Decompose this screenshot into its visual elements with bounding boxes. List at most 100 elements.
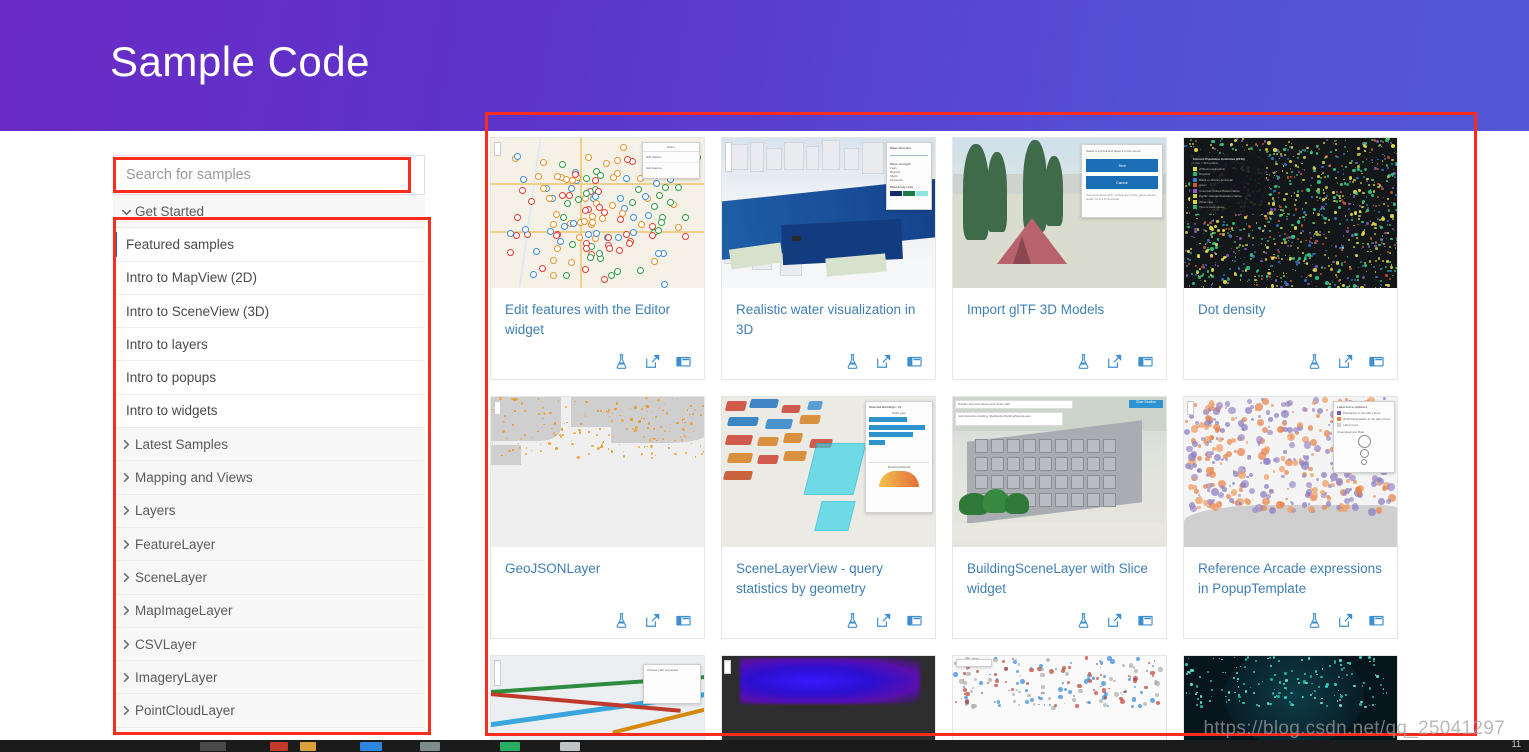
sidebar-item-label: Layers	[135, 503, 176, 518]
flask-icon[interactable]	[844, 612, 861, 629]
sample-card[interactable]: Current Population Estimates (2019)1 Dot…	[1183, 137, 1398, 380]
sidebar-item-featurelayer[interactable]: FeatureLayer	[113, 528, 425, 561]
flask-icon[interactable]	[1306, 353, 1323, 370]
sample-card[interactable]: Select a symbol and place it in the scen…	[952, 137, 1167, 380]
flask-icon[interactable]	[1075, 353, 1092, 370]
flask-icon[interactable]	[1075, 612, 1092, 629]
sidebar-item-intro-to-mapview-2d[interactable]: Intro to MapView (2D)	[113, 262, 425, 295]
card-thumbnail[interactable]	[953, 656, 1166, 752]
chevron-right-icon	[119, 604, 133, 618]
sidebar-item-scenelayer[interactable]: SceneLayer	[113, 561, 425, 594]
external-link-icon[interactable]	[875, 353, 892, 370]
sidebar-item-mapping-and-views[interactable]: Mapping and Views	[113, 461, 425, 494]
card-body: Import glTF 3D Models	[953, 288, 1166, 379]
card-title-link[interactable]: Reference Arcade expressions in PopupTem…	[1198, 559, 1383, 599]
sidebar-item-intro-to-popups[interactable]: Intro to popups	[113, 361, 425, 394]
card-body: Realistic water visualization in 3D	[722, 288, 935, 379]
flask-icon[interactable]	[1306, 612, 1323, 629]
sidebar-item-pointcloudlayer[interactable]: PointCloudLayer	[113, 694, 425, 727]
card-title-link[interactable]: BuildingSceneLayer with Slice widget	[967, 559, 1152, 599]
layout-icon[interactable]	[675, 353, 692, 370]
taskbar-icon-6[interactable]	[500, 742, 520, 751]
card-body: Dot density	[1184, 288, 1397, 379]
layout-icon[interactable]	[1368, 353, 1385, 370]
layout-icon[interactable]	[1368, 612, 1385, 629]
sidebar-item-latest-samples[interactable]: Latest Samples	[113, 428, 425, 461]
layout-icon[interactable]	[906, 353, 923, 370]
os-taskbar[interactable]: 11	[0, 740, 1529, 752]
layout-icon[interactable]	[1137, 612, 1154, 629]
sample-card[interactable]: GeoJSONLayer	[490, 396, 705, 639]
sample-card[interactable]: Wave directionWave strengthCalmRippledSl…	[721, 137, 936, 380]
external-link-icon[interactable]	[644, 353, 661, 370]
card-title-link[interactable]: Import glTF 3D Models	[967, 300, 1152, 320]
page-header: Sample Code	[0, 0, 1529, 131]
sidebar-item-csvlayer[interactable]: CSVLayer	[113, 628, 425, 661]
card-thumbnail[interactable]: Selected Buildings: 19Build yearBuilding…	[722, 397, 935, 547]
external-link-icon[interactable]	[644, 612, 661, 629]
external-link-icon[interactable]	[1106, 353, 1123, 370]
sidebar-item-label: SceneLayer	[135, 570, 207, 585]
chevron-right-icon	[119, 437, 133, 451]
layout-icon[interactable]	[1137, 353, 1154, 370]
card-thumbnail[interactable]	[722, 656, 935, 752]
external-link-icon[interactable]	[1337, 353, 1354, 370]
search-box[interactable]	[113, 155, 425, 195]
sample-card[interactable]: Choose path properties	[490, 655, 705, 752]
taskbar-icon-7[interactable]	[560, 742, 580, 751]
chevron-right-icon	[119, 570, 133, 584]
flask-icon[interactable]	[613, 612, 630, 629]
card-thumbnail[interactable]: Wave directionWave strengthCalmRippledSl…	[722, 138, 935, 288]
card-thumbnail[interactable]: Select a symbol and place it in the scen…	[953, 138, 1166, 288]
sample-card[interactable]: Display all levels above and under slabS…	[952, 396, 1167, 639]
card-action-icons	[844, 612, 923, 629]
sample-card[interactable]: Selected Buildings: 19Build yearBuilding…	[721, 396, 936, 639]
sidebar-item-get-started[interactable]: Get Started	[113, 195, 425, 228]
taskbar-icon-4[interactable]	[360, 742, 382, 751]
sidebar-item-featured-samples[interactable]: Featured samples	[113, 228, 425, 261]
card-thumbnail[interactable]: Current Population Estimates (2019)1 Dot…	[1184, 138, 1397, 288]
card-action-icons	[1306, 353, 1385, 370]
card-action-icons	[613, 612, 692, 629]
external-link-icon[interactable]	[875, 612, 892, 629]
card-title-link[interactable]: Realistic water visualization in 3D	[736, 300, 921, 340]
sample-card[interactable]	[952, 655, 1167, 752]
card-thumbnail[interactable]: Display all levels above and under slabS…	[953, 397, 1166, 547]
card-thumbnail[interactable]: Choose path properties	[491, 656, 704, 752]
layout-icon[interactable]	[906, 612, 923, 629]
sample-card[interactable]: Labor force statisticsPopulation in the …	[1183, 396, 1398, 639]
sample-card[interactable]	[721, 655, 936, 752]
taskbar-icon-1[interactable]	[200, 742, 226, 751]
taskbar-icon-3[interactable]	[300, 742, 316, 751]
taskbar-icon-5[interactable]	[420, 742, 440, 751]
sidebar-item-intro-to-sceneview-3d[interactable]: Intro to SceneView (3D)	[113, 295, 425, 328]
card-thumbnail[interactable]: Labor force statisticsPopulation in the …	[1184, 397, 1397, 547]
taskbar-icon-2[interactable]	[270, 742, 288, 751]
sidebar-item-mapimagelayer[interactable]: MapImageLayer	[113, 595, 425, 628]
card-title-link[interactable]: GeoJSONLayer	[505, 559, 690, 579]
card-thumbnail[interactable]: EditorEdit featureAdd feature	[491, 138, 704, 288]
sidebar-item-intro-to-layers[interactable]: Intro to layers	[113, 328, 425, 361]
card-action-icons	[844, 353, 923, 370]
chevron-right-icon	[119, 670, 133, 684]
external-link-icon[interactable]	[1106, 612, 1123, 629]
card-title-link[interactable]: Dot density	[1198, 300, 1383, 320]
sidebar-item-label: Featured samples	[126, 237, 234, 252]
layout-icon[interactable]	[675, 612, 692, 629]
sidebar-item-intro-to-widgets[interactable]: Intro to widgets	[113, 395, 425, 428]
card-title-link[interactable]: Edit features with the Editor widget	[505, 300, 690, 340]
taskbar-clock: 11	[1512, 739, 1521, 749]
active-indicator	[113, 232, 117, 257]
card-title-link[interactable]: SceneLayerView - query statistics by geo…	[736, 559, 921, 599]
sidebar-item-label: Get Started	[135, 204, 204, 219]
flask-icon[interactable]	[844, 353, 861, 370]
sample-card[interactable]: EditorEdit featureAdd feature Edit featur…	[490, 137, 705, 380]
search-input[interactable]	[114, 156, 424, 194]
flask-icon[interactable]	[613, 353, 630, 370]
chevron-down-icon	[119, 204, 133, 218]
sidebar-item-imagerylayer[interactable]: ImageryLayer	[113, 661, 425, 694]
external-link-icon[interactable]	[1337, 612, 1354, 629]
card-thumbnail[interactable]	[491, 397, 704, 547]
card-action-icons	[1075, 353, 1154, 370]
sidebar-item-layers[interactable]: Layers	[113, 495, 425, 528]
